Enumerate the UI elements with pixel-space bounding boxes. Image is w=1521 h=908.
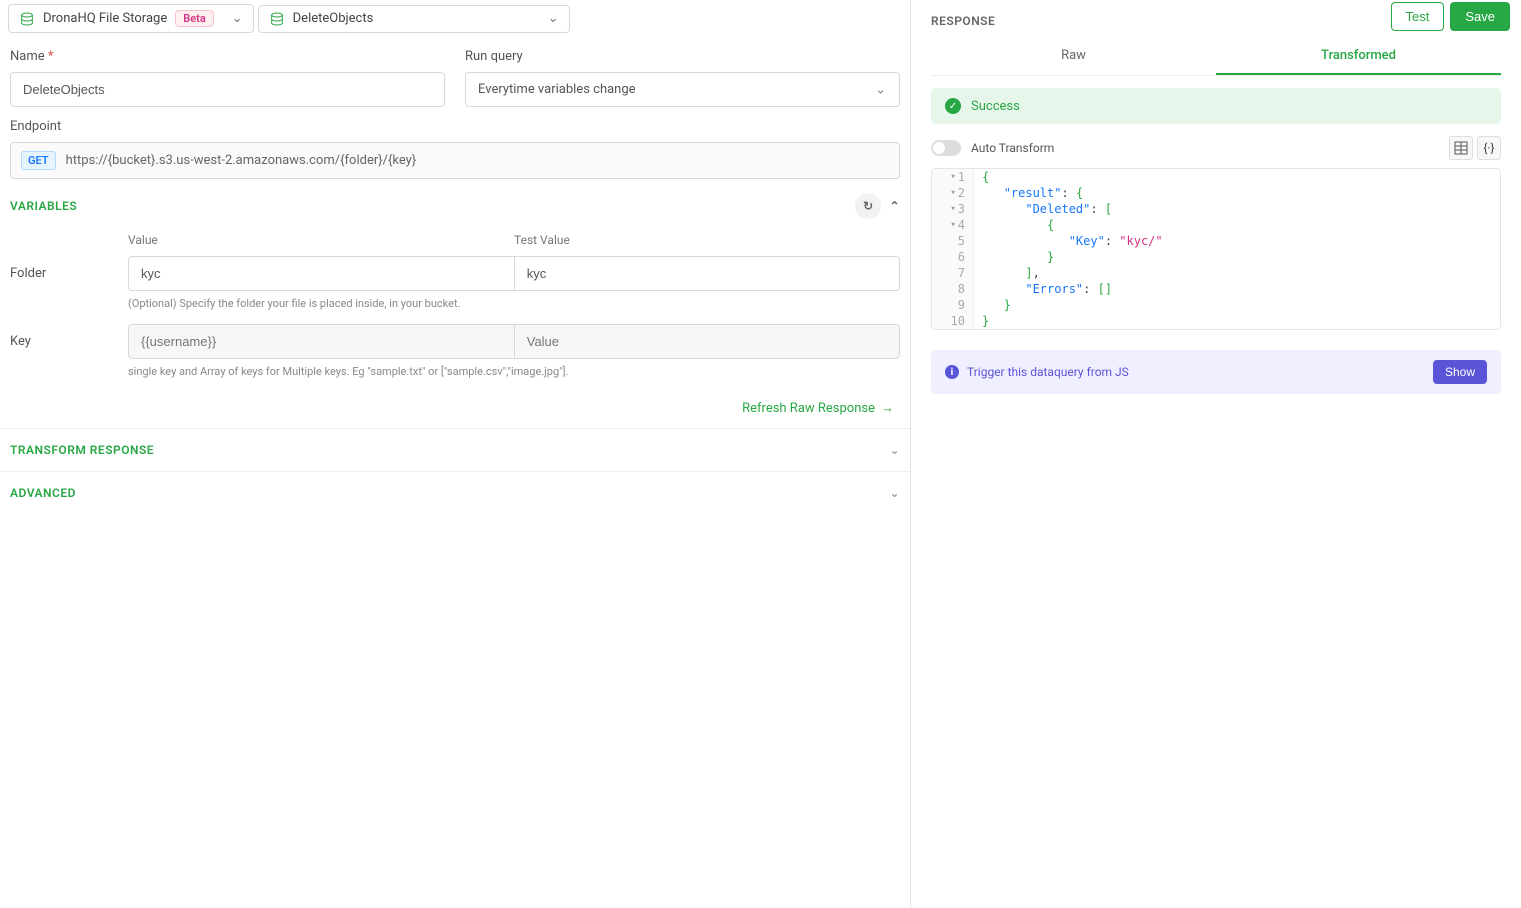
runquery-label: Run query <box>465 49 900 64</box>
method-badge: GET <box>21 151 56 170</box>
table-view-icon[interactable] <box>1449 136 1473 160</box>
variable-row-folder: Folder <box>10 256 900 291</box>
key-hint: single key and Array of keys for Multipl… <box>128 365 900 378</box>
variable-row-key: Key <box>10 324 900 359</box>
refresh-raw-link[interactable]: Refresh Raw Response → <box>0 392 910 428</box>
key-value-input[interactable] <box>128 324 514 359</box>
info-icon: i <box>945 365 959 379</box>
folder-hint: (Optional) Specify the folder your file … <box>128 297 900 310</box>
endpoint-box: GET https://{bucket}.s3.us-west-2.amazon… <box>10 142 900 179</box>
auto-transform-label: Auto Transform <box>971 141 1054 155</box>
storage-icon <box>269 11 285 27</box>
folder-test-input[interactable] <box>514 256 900 291</box>
tab-transformed[interactable]: Transformed <box>1216 38 1501 75</box>
save-button[interactable]: Save <box>1450 2 1510 31</box>
response-code: ▾ 1{▾ 2 "result": {▾ 3 "Deleted": [▾ 4 {… <box>931 168 1501 330</box>
trigger-bar: i Trigger this dataquery from JS Show <box>931 350 1501 394</box>
chevron-down-icon: ⌄ <box>548 11 559 26</box>
auto-transform-toggle[interactable] <box>931 140 961 156</box>
folder-value-input[interactable] <box>128 256 514 291</box>
storage-selector[interactable]: DronaHQ File Storage Beta ⌄ <box>8 4 254 33</box>
endpoint-url: https://{bucket}.s3.us-west-2.amazonaws.… <box>66 153 417 168</box>
action-selector[interactable]: DeleteObjects ⌄ <box>258 5 570 33</box>
storage-label: DronaHQ File Storage <box>43 11 167 26</box>
test-header: Test Value <box>514 233 570 247</box>
runquery-select[interactable]: Everytime variables change <box>465 72 900 107</box>
tab-raw[interactable]: Raw <box>931 38 1216 75</box>
json-view-icon[interactable]: {·} <box>1477 136 1501 160</box>
response-title: RESPONSE <box>931 14 995 28</box>
success-bar: ✓ Success <box>931 88 1501 124</box>
endpoint-label: Endpoint <box>10 119 900 134</box>
test-button[interactable]: Test <box>1391 2 1445 31</box>
action-label: DeleteObjects <box>293 11 374 26</box>
chevron-down-icon: ⌄ <box>889 443 900 457</box>
chevron-down-icon: ⌄ <box>889 486 900 500</box>
advanced-section[interactable]: ADVANCED ⌄ <box>0 471 910 514</box>
name-input[interactable] <box>10 72 445 107</box>
chevron-down-icon: ⌄ <box>232 11 243 26</box>
value-header: Value <box>128 233 158 247</box>
chevron-up-icon[interactable]: ⌃ <box>889 199 900 213</box>
variables-header[interactable]: VARIABLES ↻ ⌃ <box>0 179 910 233</box>
show-button[interactable]: Show <box>1433 360 1487 384</box>
beta-badge: Beta <box>175 10 214 27</box>
arrow-right-icon: → <box>881 400 894 416</box>
refresh-icon[interactable]: ↻ <box>855 193 881 219</box>
storage-icon <box>19 11 35 27</box>
transform-section[interactable]: TRANSFORM RESPONSE ⌄ <box>0 428 910 471</box>
check-icon: ✓ <box>945 98 961 114</box>
name-label: Name * <box>10 49 445 64</box>
key-label: Key <box>10 324 128 349</box>
folder-label: Folder <box>10 256 128 281</box>
key-test-input[interactable] <box>514 324 900 359</box>
